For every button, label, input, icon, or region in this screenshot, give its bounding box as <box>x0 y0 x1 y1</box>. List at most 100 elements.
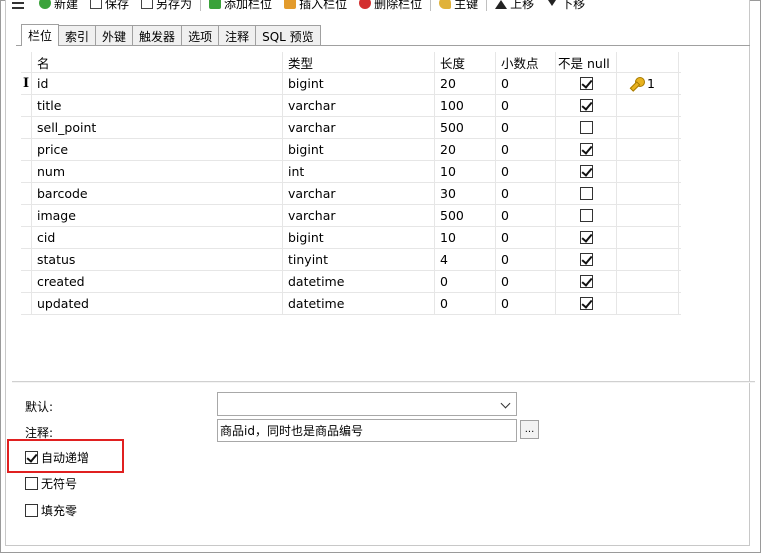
row-marker[interactable]: I <box>21 73 32 94</box>
field-type-cell[interactable]: bigint <box>283 73 435 94</box>
toolbar-button-save[interactable]: 保存 <box>84 0 135 13</box>
column-header-not-null[interactable]: 不是 null <box>556 52 617 72</box>
field-type-cell[interactable]: datetime <box>283 293 435 314</box>
field-type-cell[interactable]: varchar <box>283 117 435 138</box>
field-key-cell[interactable] <box>617 95 679 116</box>
field-decimals-cell[interactable]: 0 <box>496 205 556 226</box>
column-header-decimals[interactable]: 小数点 <box>496 52 556 72</box>
field-key-cell[interactable] <box>617 293 679 314</box>
tab-6[interactable]: SQL 预览 <box>255 25 321 46</box>
field-decimals-cell[interactable]: 0 <box>496 249 556 270</box>
unsigned-option[interactable]: 无符号 <box>25 475 77 492</box>
row-marker[interactable] <box>21 183 32 204</box>
toolbar-button-menu[interactable] <box>6 0 33 13</box>
field-name-cell[interactable]: status <box>32 249 283 270</box>
table-row[interactable]: created datetime 0 0 <box>21 271 681 293</box>
field-name-cell[interactable]: title <box>32 95 283 116</box>
field-name-cell[interactable]: num <box>32 161 283 182</box>
field-type-cell[interactable]: tinyint <box>283 249 435 270</box>
field-name-cell[interactable]: id <box>32 73 283 94</box>
toolbar-button-save-as[interactable]: 另存为 <box>135 0 198 13</box>
table-row[interactable]: sell_point varchar 500 0 <box>21 117 681 139</box>
default-combobox[interactable] <box>217 392 517 416</box>
row-marker[interactable] <box>21 271 32 292</box>
toolbar-button-key[interactable]: 主键 <box>433 0 484 13</box>
tab-4[interactable]: 选项 <box>181 25 220 46</box>
field-key-cell[interactable] <box>617 227 679 248</box>
row-marker[interactable] <box>21 293 32 314</box>
zerofill-checkbox[interactable] <box>25 504 38 517</box>
field-length-cell[interactable]: 0 <box>435 271 496 292</box>
field-type-cell[interactable]: bigint <box>283 139 435 160</box>
table-row[interactable]: num int 10 0 <box>21 161 681 183</box>
tab-5[interactable]: 注释 <box>218 25 257 46</box>
table-row[interactable]: updated datetime 0 0 <box>21 293 681 315</box>
field-decimals-cell[interactable]: 0 <box>496 95 556 116</box>
field-key-cell[interactable] <box>617 139 679 160</box>
field-name-cell[interactable]: image <box>32 205 283 226</box>
tab-3[interactable]: 触发器 <box>132 25 183 46</box>
zerofill-option[interactable]: 填充零 <box>25 502 77 519</box>
field-key-cell[interactable] <box>617 271 679 292</box>
row-marker[interactable] <box>21 227 32 248</box>
toolbar-button-delete-column[interactable]: 删除栏位 <box>353 0 428 13</box>
panel-splitter[interactable] <box>12 381 755 383</box>
table-row[interactable]: title varchar 100 0 <box>21 95 681 117</box>
field-length-cell[interactable]: 20 <box>435 73 496 94</box>
field-length-cell[interactable]: 30 <box>435 183 496 204</box>
column-header-length[interactable]: 长度 <box>435 52 496 72</box>
field-not-null-cell[interactable] <box>556 183 617 204</box>
field-decimals-cell[interactable]: 0 <box>496 293 556 314</box>
table-row[interactable]: status tinyint 4 0 <box>21 249 681 271</box>
field-key-cell[interactable] <box>617 117 679 138</box>
table-row[interactable]: cid bigint 10 0 <box>21 227 681 249</box>
toolbar-button-move-up[interactable]: 上移 <box>489 0 540 13</box>
field-name-cell[interactable]: barcode <box>32 183 283 204</box>
field-decimals-cell[interactable]: 0 <box>496 73 556 94</box>
tab-0[interactable]: 栏位 <box>21 24 60 46</box>
field-name-cell[interactable]: cid <box>32 227 283 248</box>
field-decimals-cell[interactable]: 0 <box>496 161 556 182</box>
field-not-null-cell[interactable] <box>556 161 617 182</box>
field-decimals-cell[interactable]: 0 <box>496 117 556 138</box>
field-not-null-cell[interactable] <box>556 139 617 160</box>
field-type-cell[interactable]: varchar <box>283 95 435 116</box>
field-length-cell[interactable]: 0 <box>435 293 496 314</box>
field-length-cell[interactable]: 100 <box>435 95 496 116</box>
table-row[interactable]: image varchar 500 0 <box>21 205 681 227</box>
field-length-cell[interactable]: 4 <box>435 249 496 270</box>
field-type-cell[interactable]: int <box>283 161 435 182</box>
row-marker[interactable] <box>21 95 32 116</box>
table-row[interactable]: barcode varchar 30 0 <box>21 183 681 205</box>
not-null-checkbox[interactable] <box>579 165 593 178</box>
not-null-checkbox[interactable] <box>579 143 593 156</box>
field-length-cell[interactable]: 10 <box>435 227 496 248</box>
field-decimals-cell[interactable]: 0 <box>496 139 556 160</box>
not-null-checkbox[interactable] <box>579 77 593 90</box>
table-row[interactable]: Iid bigint 20 0 1 <box>21 73 681 95</box>
field-type-cell[interactable]: datetime <box>283 271 435 292</box>
unsigned-checkbox[interactable] <box>25 477 38 490</box>
column-header-type[interactable]: 类型 <box>283 52 435 72</box>
field-not-null-cell[interactable] <box>556 227 617 248</box>
not-null-checkbox[interactable] <box>579 275 593 288</box>
field-name-cell[interactable]: created <box>32 271 283 292</box>
field-type-cell[interactable]: varchar <box>283 205 435 226</box>
field-type-cell[interactable]: bigint <box>283 227 435 248</box>
tab-1[interactable]: 索引 <box>58 25 97 46</box>
column-header-name[interactable]: 名 <box>32 52 283 72</box>
field-decimals-cell[interactable]: 0 <box>496 271 556 292</box>
field-not-null-cell[interactable] <box>556 205 617 226</box>
not-null-checkbox[interactable] <box>579 99 593 112</box>
field-decimals-cell[interactable]: 0 <box>496 227 556 248</box>
row-marker[interactable] <box>21 117 32 138</box>
comment-field[interactable]: 商品id，同时也是商品编号 <box>217 419 517 442</box>
row-marker[interactable] <box>21 161 32 182</box>
field-key-cell[interactable] <box>617 161 679 182</box>
toolbar-button-insert-column[interactable]: 插入栏位 <box>278 0 353 13</box>
table-row[interactable]: price bigint 20 0 <box>21 139 681 161</box>
not-null-checkbox[interactable] <box>579 253 593 266</box>
field-not-null-cell[interactable] <box>556 117 617 138</box>
field-length-cell[interactable]: 10 <box>435 161 496 182</box>
toolbar-button-new[interactable]: 新建 <box>33 0 84 13</box>
